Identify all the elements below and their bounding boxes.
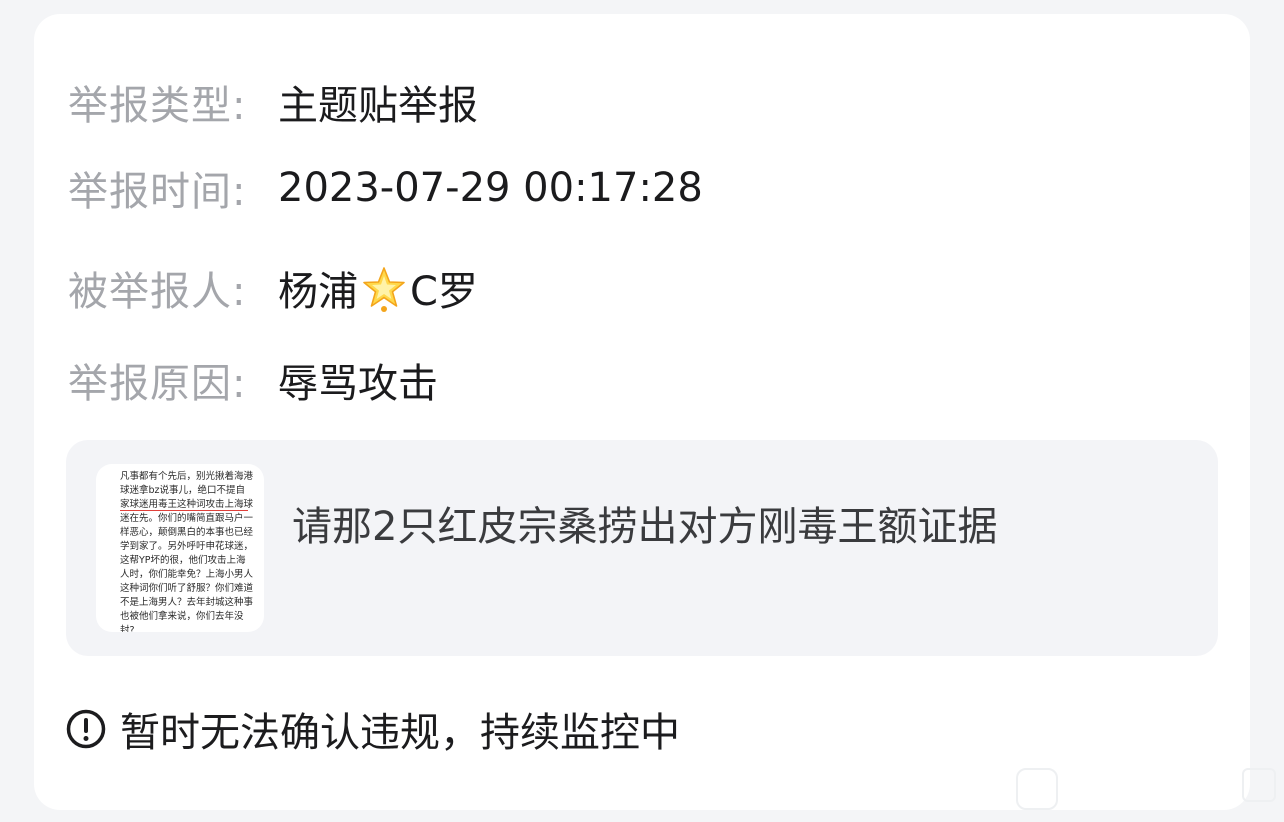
watermark-logo	[1016, 768, 1058, 810]
report-type-label: 举报类型:	[68, 83, 247, 129]
report-time-label: 举报时间:	[68, 169, 247, 215]
reported-user-name-part2: C罗	[410, 269, 478, 315]
reported-user-label: 被举报人:	[68, 269, 247, 315]
evidence-thumbnail[interactable]: 凡事都有个先后，别光揪着海港球迷拿bz说事儿，绝口不提自家球迷用毒王这种词攻击上…	[96, 464, 264, 632]
report-reason-label: 举报原因:	[68, 361, 247, 407]
report-reason-value: 辱骂攻击	[278, 361, 438, 407]
report-reason-row: 举报原因: 辱骂攻击	[68, 354, 438, 407]
evidence-caption: 请那2只红皮宗桑捞出对方刚毒王额证据	[292, 504, 998, 550]
report-type-value: 主题贴举报	[278, 83, 478, 129]
thumbnail-highlight-underline	[120, 510, 248, 511]
reported-user-row: 被举报人: 杨浦 C罗	[68, 259, 478, 317]
reported-user-name[interactable]: 杨浦 C罗	[278, 259, 478, 317]
evidence-panel[interactable]: 凡事都有个先后，别光揪着海港球迷拿bz说事儿，绝口不提自家球迷用毒王这种词攻击上…	[66, 440, 1218, 656]
report-time-row: 举报时间: 2023-07-29 00:17:28	[68, 162, 703, 215]
reported-user-name-part1: 杨浦	[278, 269, 358, 315]
review-status-text: 暂时无法确认违规，持续监控中	[120, 710, 680, 756]
watermark-corner-mark	[1242, 768, 1276, 802]
star-icon	[363, 267, 405, 312]
evidence-thumbnail-text: 凡事都有个先后，别光揪着海港球迷拿bz说事儿，绝口不提自家球迷用毒王这种词攻击上…	[120, 471, 254, 632]
report-type-row: 举报类型: 主题贴举报	[68, 76, 478, 129]
review-status: 暂时无法确认违规，持续监控中	[66, 704, 680, 756]
report-card: 举报类型: 主题贴举报 举报时间: 2023-07-29 00:17:28 被举…	[34, 14, 1250, 810]
report-time-value: 2023-07-29 00:17:28	[278, 165, 703, 211]
exclamation-circle-icon	[66, 709, 106, 749]
